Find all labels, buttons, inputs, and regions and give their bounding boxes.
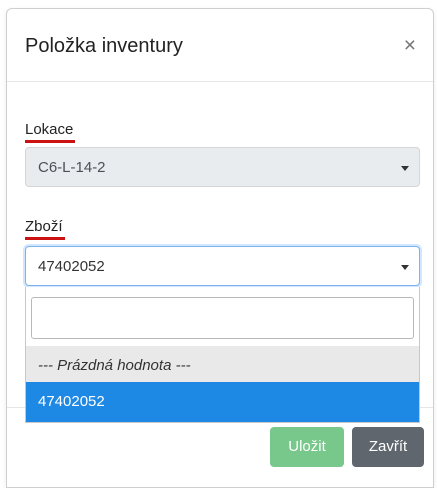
location-label-underline	[25, 140, 76, 143]
location-label: Lokace	[25, 121, 76, 143]
dropdown-search-input[interactable]	[31, 297, 414, 339]
close-button[interactable]: Zavřít	[352, 427, 424, 467]
dialog-header: Položka inventury ×	[7, 9, 433, 82]
goods-label: Zboží	[25, 218, 65, 240]
location-select[interactable]: C6-L-14-2	[25, 147, 420, 187]
chevron-down-icon	[401, 265, 409, 270]
goods-select[interactable]: 47402052	[25, 246, 420, 286]
close-icon[interactable]: ×	[404, 35, 416, 56]
location-select-value: C6-L-14-2	[38, 159, 106, 176]
goods-dropdown: --- Prázdná hodnota --- 47402052	[25, 287, 420, 423]
goods-label-text: Zboží	[25, 218, 63, 235]
goods-select-value: 47402052	[38, 258, 105, 275]
save-button[interactable]: Uložit	[270, 427, 344, 467]
inventory-item-dialog: Položka inventury × Lokace C6-L-14-2 Zbo…	[6, 8, 434, 488]
location-label-text: Lokace	[25, 121, 74, 138]
goods-label-underline	[25, 237, 65, 240]
dropdown-option-empty[interactable]: --- Prázdná hodnota ---	[26, 346, 419, 386]
dialog-title: Položka inventury	[25, 35, 183, 57]
dropdown-option-selected[interactable]: 47402052	[26, 382, 419, 422]
chevron-down-icon	[401, 166, 409, 171]
